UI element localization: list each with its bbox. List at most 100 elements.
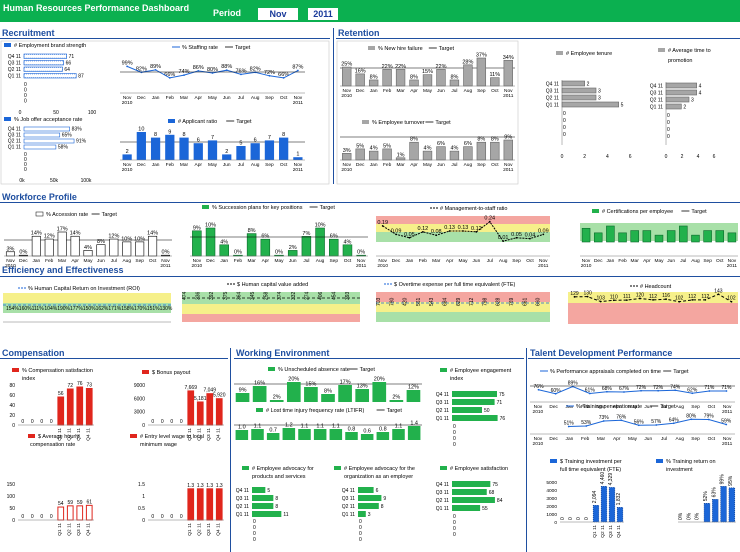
data-label: 116 bbox=[662, 293, 670, 299]
bar bbox=[407, 426, 421, 440]
month-tick-label: Feb bbox=[383, 88, 392, 94]
data-label: 112 bbox=[649, 294, 657, 300]
legend-target-label: Target bbox=[236, 119, 252, 125]
data-label: 75 bbox=[499, 392, 505, 398]
bar bbox=[503, 59, 513, 87]
quarter-label: Q1 11 bbox=[187, 523, 193, 536]
quarter-label: Q3 11 bbox=[76, 523, 82, 536]
data-label: 34% bbox=[503, 55, 514, 61]
data-label: 561 bbox=[416, 297, 422, 306]
legend-swatch bbox=[440, 466, 447, 470]
legend-label-cont: index bbox=[22, 376, 35, 382]
month-tick-label: Jul bbox=[661, 436, 667, 442]
axis-tick: 0 bbox=[561, 154, 564, 160]
data-label: 55 bbox=[482, 506, 488, 512]
data-label: 4 bbox=[699, 90, 702, 96]
legend-label: % Succession plans for key positions bbox=[212, 205, 303, 211]
zero-label: 0 bbox=[563, 111, 566, 117]
hbar bbox=[358, 511, 366, 517]
data-label: 1.0 bbox=[238, 425, 246, 431]
data-label: 171% bbox=[108, 306, 121, 312]
data-label: 0 bbox=[180, 419, 183, 425]
data-label: 54 bbox=[58, 501, 64, 507]
axis-tick: 50k bbox=[50, 178, 59, 184]
data-label: 110 bbox=[610, 294, 618, 300]
bar bbox=[406, 390, 421, 402]
data-label: 79% bbox=[704, 414, 715, 420]
legend-label-cont: compensation rate bbox=[30, 442, 75, 448]
data-label: 9 bbox=[168, 129, 171, 135]
data-label: 50 bbox=[484, 408, 490, 414]
axis-tick: 2 bbox=[583, 154, 586, 160]
bar bbox=[490, 77, 500, 87]
data-label: 63% bbox=[711, 487, 717, 498]
legend-swatch bbox=[130, 434, 137, 438]
data-label: 25% bbox=[341, 62, 352, 68]
bar bbox=[313, 429, 327, 440]
legend-label: % Human Capital Return on Investment (RO… bbox=[28, 286, 140, 292]
axis-tick: 0 bbox=[142, 518, 145, 524]
zero-label: 0 bbox=[667, 120, 670, 126]
bar bbox=[122, 154, 132, 160]
month-tick-label: Feb bbox=[234, 258, 243, 264]
legend-swatch bbox=[334, 466, 341, 470]
legend-target-label: Target bbox=[673, 369, 689, 375]
axis-tick: 0k bbox=[19, 178, 25, 184]
legend-label-cont: index bbox=[450, 376, 463, 382]
legend-label: % Performance appraisals completed on ti… bbox=[550, 369, 661, 375]
bar bbox=[286, 382, 301, 402]
month-tick-label: Jul bbox=[487, 258, 493, 264]
axis-tick: 0 bbox=[12, 518, 15, 524]
bar bbox=[703, 230, 712, 243]
axis-tick: 0 bbox=[665, 154, 668, 160]
month-tick-label: Oct bbox=[708, 404, 716, 410]
hbar bbox=[452, 497, 495, 503]
month-tick-label: Oct bbox=[491, 162, 499, 168]
quarter-label: Q4 11 bbox=[342, 488, 355, 494]
month-tick-label: Feb bbox=[618, 258, 627, 264]
data-label: 177% bbox=[70, 306, 83, 312]
month-tick-label: Jun bbox=[437, 162, 445, 168]
data-label: 0 bbox=[50, 419, 53, 425]
data-label: 5% bbox=[383, 143, 391, 149]
bar bbox=[720, 486, 727, 523]
bar bbox=[338, 385, 352, 402]
data-label: 154% bbox=[6, 306, 19, 312]
data-label: 3% bbox=[343, 148, 351, 154]
data-label: 16% bbox=[355, 68, 366, 74]
data-label: 6% bbox=[464, 141, 472, 147]
month-tick-label: Feb bbox=[419, 258, 428, 264]
data-label: 4 bbox=[699, 83, 702, 89]
bar bbox=[360, 434, 374, 440]
month-tick-label: 2011 bbox=[538, 263, 549, 269]
data-label: 59 bbox=[77, 500, 83, 506]
month-tick-label: Jan bbox=[152, 162, 160, 168]
month-tick-label: Oct bbox=[526, 258, 534, 264]
month-tick-label: Dec bbox=[549, 436, 558, 442]
data-label: 88% bbox=[221, 64, 232, 70]
quarter-label: Q2 11 bbox=[8, 67, 21, 73]
data-label: 0% bbox=[695, 512, 701, 520]
legend-swatch bbox=[656, 459, 663, 463]
hbar bbox=[561, 80, 585, 87]
bar bbox=[57, 506, 65, 521]
bar bbox=[618, 232, 627, 243]
data-label: 7 bbox=[211, 135, 214, 141]
bar bbox=[422, 74, 433, 87]
dashboard-charts: # Employment brand strengthQ4 11 71Q3 11 6… bbox=[0, 40, 738, 543]
month-tick-label: Apr bbox=[613, 436, 621, 442]
month-tick-label: Sep bbox=[329, 258, 338, 264]
bar bbox=[282, 428, 296, 440]
month-tick-label: Aug bbox=[251, 95, 260, 101]
legend-target-label: Target bbox=[435, 120, 451, 126]
data-label: 22% bbox=[435, 64, 446, 70]
bar bbox=[382, 69, 392, 87]
month-tick-label: Apr bbox=[262, 258, 270, 264]
data-label: 190% bbox=[57, 306, 70, 312]
bar bbox=[301, 236, 312, 257]
data-label: 2 bbox=[225, 149, 228, 155]
month-tick-label: 2010 bbox=[377, 263, 388, 269]
hbar bbox=[561, 101, 619, 108]
legend-label: % Training return on bbox=[666, 459, 716, 465]
bar bbox=[96, 244, 106, 257]
